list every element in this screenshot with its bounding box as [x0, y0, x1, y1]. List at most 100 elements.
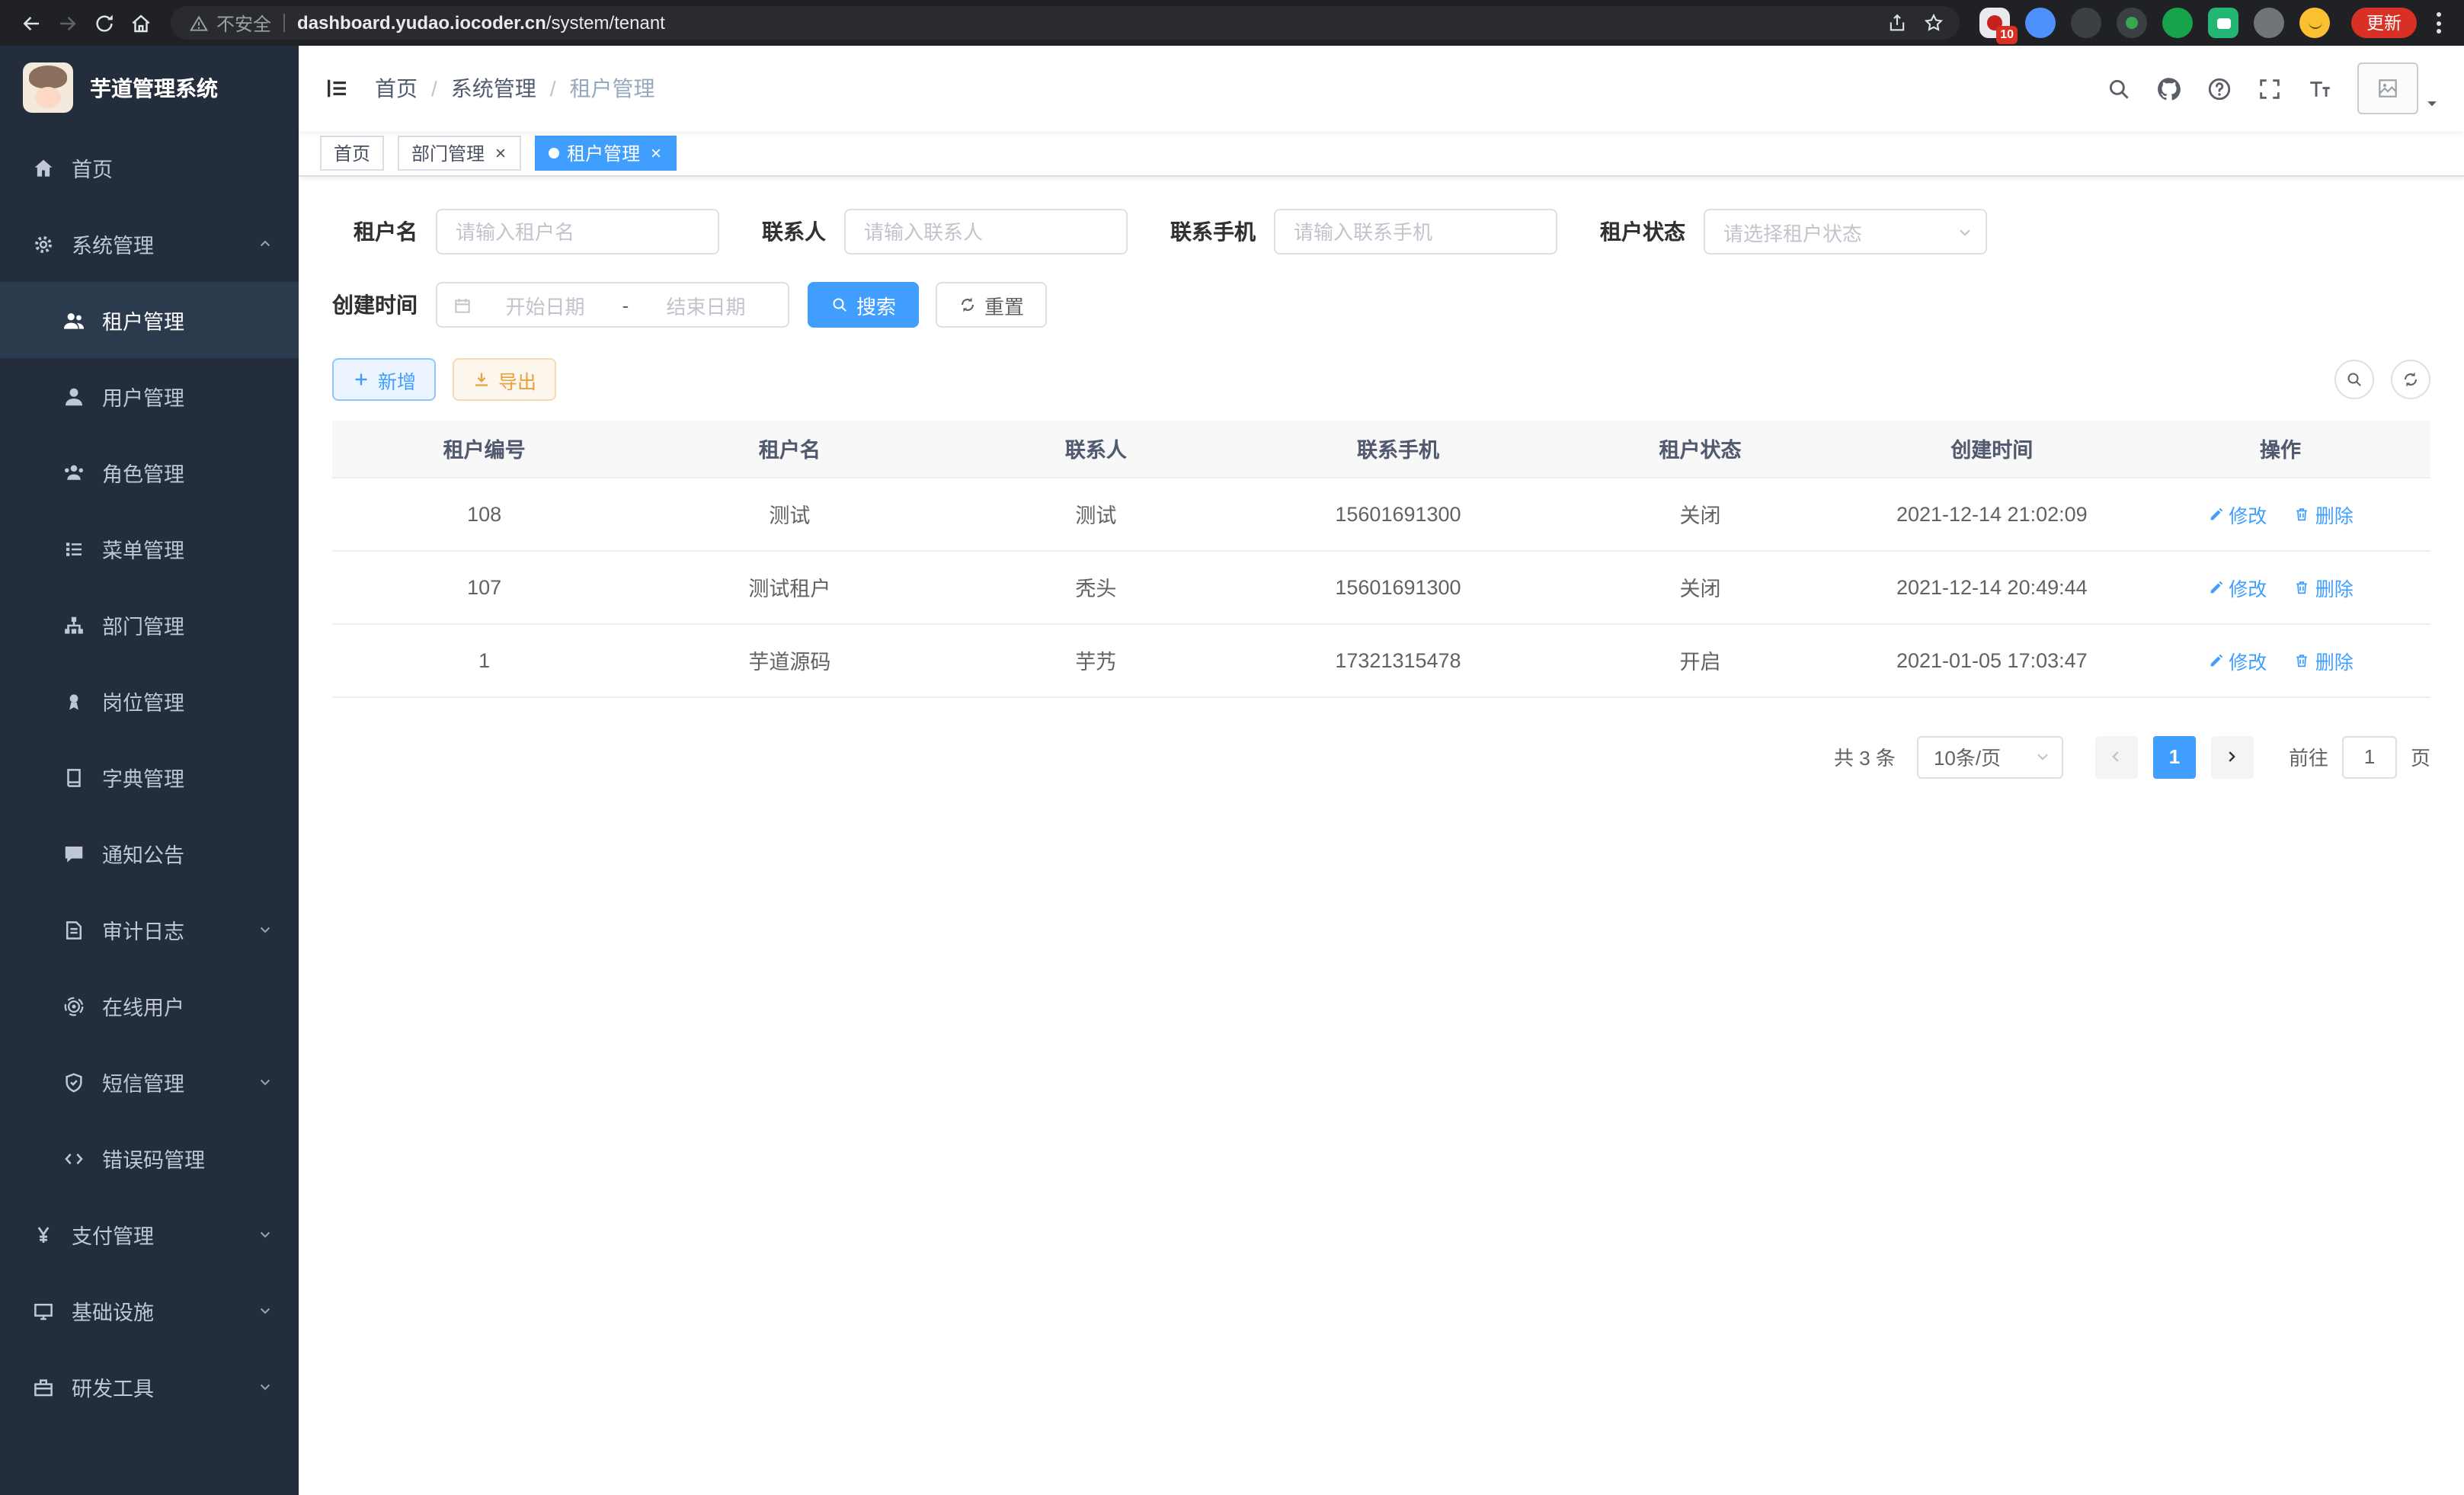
prev-page-button[interactable]	[2095, 735, 2138, 778]
contact-mobile-input[interactable]	[1274, 209, 1557, 255]
browser-menu-icon[interactable]	[2424, 6, 2452, 40]
extension-icon-7[interactable]	[2254, 8, 2284, 38]
sidebar-item-post[interactable]: 岗位管理	[0, 663, 299, 739]
address-bar[interactable]: 不安全 dashboard.yudao.iocoder.cn /system/t…	[171, 6, 1960, 40]
tenant-name-input[interactable]	[436, 209, 719, 255]
sidebar-item-dept[interactable]: 部门管理	[0, 587, 299, 663]
sidebar-item-notice[interactable]: 通知公告	[0, 815, 299, 892]
browser-update-button[interactable]: 更新	[2351, 8, 2417, 38]
search-button[interactable]: 搜索	[808, 282, 919, 328]
filter-row-2: 创建时间 开始日期 - 结束日期 搜索 重置	[332, 282, 2430, 328]
fullscreen-icon[interactable]	[2245, 46, 2295, 131]
tab-tenant[interactable]: 租户管理	[535, 136, 677, 171]
url-host[interactable]: dashboard.yudao.iocoder.cn	[297, 12, 546, 34]
end-date-placeholder[interactable]: 结束日期	[639, 290, 773, 319]
sidebar-item-home[interactable]: 首页	[0, 130, 299, 206]
sidebar-item-dict[interactable]: 字典管理	[0, 739, 299, 815]
toggle-search-button[interactable]	[2334, 360, 2374, 399]
sidebar-item-audit-log[interactable]: 审计日志	[0, 892, 299, 968]
forward-icon[interactable]	[49, 5, 85, 41]
extension-icon-1[interactable]: 10	[1979, 8, 2010, 38]
sidebar-item-role[interactable]: 角色管理	[0, 434, 299, 511]
sidebar-item-sms[interactable]: 短信管理	[0, 1044, 299, 1120]
tab-close-icon[interactable]	[492, 146, 507, 161]
delete-link[interactable]: 删除	[2294, 645, 2354, 674]
breadcrumb-separator: /	[550, 76, 556, 101]
sidebar-collapse-icon[interactable]	[299, 46, 375, 131]
refresh-table-button[interactable]	[2391, 360, 2430, 399]
sidebar-item-tenant[interactable]: 租户管理	[0, 282, 299, 358]
tenant-name-field: 租户名	[332, 209, 719, 255]
delete-link[interactable]: 删除	[2294, 499, 2354, 528]
sidebar-item-infra[interactable]: 基础设施	[0, 1273, 299, 1349]
goto-page-input[interactable]	[2342, 735, 2397, 778]
tab-close-icon[interactable]	[648, 146, 663, 161]
edit-link[interactable]: 修改	[2207, 645, 2267, 674]
tenant-name-label: 租户名	[332, 216, 418, 247]
next-page-button[interactable]	[2211, 735, 2254, 778]
search-icon[interactable]	[2094, 46, 2144, 131]
post-badge-icon	[62, 690, 85, 712]
reset-button[interactable]: 重置	[936, 282, 1047, 328]
sidebar-item-online-user[interactable]: 在线用户	[0, 968, 299, 1044]
edit-link[interactable]: 修改	[2207, 499, 2267, 528]
star-icon[interactable]	[1915, 6, 1952, 40]
profile-avatar-icon[interactable]	[2299, 8, 2330, 38]
contact-name-input[interactable]	[844, 209, 1128, 255]
browser-home-icon[interactable]	[122, 5, 158, 41]
back-icon[interactable]	[12, 5, 49, 41]
extension-icon-3[interactable]	[2071, 8, 2101, 38]
app-logo[interactable]: 芋道管理系统	[0, 46, 299, 130]
sidebar-item-devtool[interactable]: 研发工具	[0, 1349, 299, 1425]
app-shell: 芋道管理系统 首页 系统管理 租户管理 用户管理 角色管理 菜单管理 部门管理 …	[0, 46, 2464, 1495]
create-time-range-picker[interactable]: 开始日期 - 结束日期	[436, 282, 789, 328]
extension-icon-4[interactable]	[2117, 8, 2147, 38]
breadcrumb-system[interactable]: 系统管理	[451, 73, 536, 104]
sidebar-item-error-code[interactable]: 错误码管理	[0, 1120, 299, 1196]
tags-view-bar: 首页 部门管理 租户管理	[299, 131, 2464, 177]
page-size-select[interactable]: 10条/页	[1917, 735, 2063, 778]
extension-icon-2[interactable]	[2025, 8, 2056, 38]
table-row: 107 测试租户 秃头 15601691300 关闭 2021-12-14 20…	[332, 550, 2430, 623]
tab-home[interactable]: 首页	[320, 136, 384, 171]
sidebar-item-payment[interactable]: 支付管理	[0, 1196, 299, 1273]
col-create-time: 创建时间	[1854, 421, 2131, 477]
tenant-status-select[interactable]: 请选择租户状态	[1704, 209, 1987, 255]
chevron-down-icon	[1957, 223, 1973, 240]
delete-link[interactable]: 删除	[2294, 572, 2354, 601]
font-size-icon[interactable]	[2295, 46, 2345, 131]
question-icon[interactable]	[2194, 46, 2245, 131]
col-tenant-id: 租户编号	[332, 421, 636, 477]
dict-book-icon	[62, 766, 85, 789]
user-avatar[interactable]	[2357, 62, 2440, 114]
edit-link[interactable]: 修改	[2207, 572, 2267, 601]
github-icon[interactable]	[2144, 46, 2194, 131]
security-label[interactable]: 不安全	[216, 10, 271, 36]
extension-icon-6[interactable]	[2208, 8, 2238, 38]
notice-bubble-icon	[62, 842, 85, 865]
sidebar-item-system[interactable]: 系统管理	[0, 206, 299, 282]
export-button[interactable]: 导出	[453, 358, 556, 401]
edit-pencil-icon	[2207, 651, 2224, 668]
contact-name-label: 联系人	[762, 216, 826, 247]
tab-dept[interactable]: 部门管理	[398, 136, 521, 171]
reload-icon[interactable]	[85, 5, 122, 41]
start-date-placeholder[interactable]: 开始日期	[478, 290, 612, 319]
share-icon[interactable]	[1879, 6, 1915, 40]
contact-mobile-label: 联系手机	[1170, 216, 1256, 247]
page-number-1[interactable]: 1	[2153, 735, 2196, 778]
breadcrumb-home[interactable]: 首页	[375, 73, 418, 104]
app-logo-image	[23, 62, 73, 113]
sidebar-item-user[interactable]: 用户管理	[0, 358, 299, 434]
add-button[interactable]: 新增	[332, 358, 436, 401]
main-area: 首页 / 系统管理 / 租户管理 首页 部门管理	[299, 46, 2464, 1495]
error-code-icon	[62, 1147, 85, 1170]
sidebar-item-menu[interactable]: 菜单管理	[0, 511, 299, 587]
caret-down-icon	[2424, 96, 2440, 111]
breadcrumb-separator: /	[431, 76, 437, 101]
trash-icon	[2294, 651, 2311, 668]
download-icon	[472, 370, 491, 389]
url-path[interactable]: /system/tenant	[546, 12, 665, 34]
calendar-icon	[453, 295, 472, 315]
extension-icon-5[interactable]	[2162, 8, 2193, 38]
